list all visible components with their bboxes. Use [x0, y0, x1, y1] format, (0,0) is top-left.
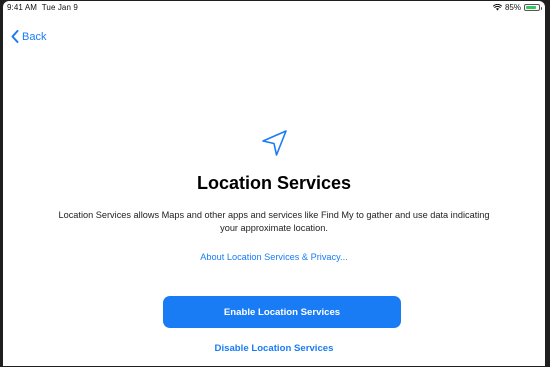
wifi-icon	[492, 4, 502, 11]
location-arrow-icon	[260, 128, 290, 163]
battery-icon	[524, 4, 542, 11]
page-title: Location Services	[196, 173, 352, 193]
status-time-clock: 9:41 AM	[7, 3, 38, 12]
battery-level-fill	[526, 6, 537, 9]
battery-percent: 85%	[504, 3, 521, 12]
back-button-label: Back	[22, 30, 47, 43]
disable-location-services-button[interactable]: Disable Location Services	[3, 343, 545, 354]
status-indicators: 85%	[492, 3, 542, 12]
enable-location-services-button[interactable]: Enable Location Services	[163, 296, 401, 328]
status-bar: 9:41 AM Tue Jan 9 85%	[3, 1, 545, 15]
status-time: 9:41 AM Tue Jan 9	[7, 3, 78, 12]
chevron-left-icon	[11, 30, 19, 43]
description-text: Location Services allows Maps and other …	[58, 210, 490, 233]
setup-screen: 9:41 AM Tue Jan 9 85% Back Location Serv…	[3, 1, 545, 366]
status-date: Tue Jan 9	[41, 3, 78, 12]
about-privacy-link[interactable]: About Location Services & Privacy...	[3, 252, 545, 262]
back-button[interactable]: Back	[11, 30, 46, 43]
